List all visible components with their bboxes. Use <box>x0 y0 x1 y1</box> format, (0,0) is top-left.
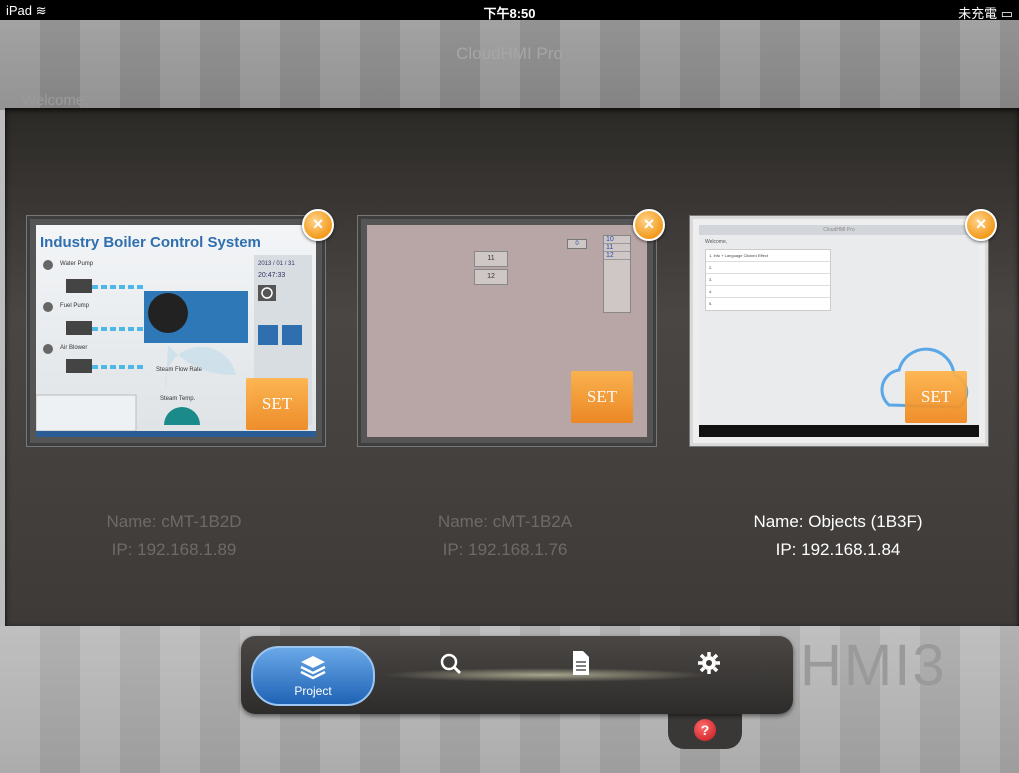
device-card-cmt-1b2a[interactable]: 11 12 0 10 11 12 SET × <box>358 209 665 446</box>
tab-search[interactable] <box>391 646 511 702</box>
preview-label: Water Pump <box>60 261 94 267</box>
app-title: CloudHMI Pro <box>456 44 563 63</box>
device-name: Name: cMT-1B2D <box>106 512 242 531</box>
tab-documents[interactable] <box>521 646 641 702</box>
tab-project-label: Project <box>294 684 332 698</box>
gear-icon <box>698 652 720 674</box>
device-name: Name: cMT-1B2A <box>437 512 573 531</box>
main-tabbar: Project <box>241 636 793 714</box>
status-bar: iPad ≋ 下午8:50 未充電 ▭ <box>0 0 1019 21</box>
battery-icon: ▭ <box>1000 6 1013 21</box>
search-icon <box>440 653 462 675</box>
preview-label: Steam Flow Rate <box>156 367 203 373</box>
preview-list-item: 12 <box>604 252 630 260</box>
preview-title: Industry Boiler Control System <box>40 234 261 251</box>
device-info-cmt-1b2d: Name: cMT-1B2D IP: 192.168.1.89 <box>24 508 324 564</box>
preview-list-item: 3. <box>706 274 830 286</box>
tab-project[interactable]: Project <box>251 646 375 706</box>
app-background-top <box>0 20 1019 110</box>
set-button[interactable]: SET <box>571 371 633 423</box>
preview-list-item: 1. Info + Language Clicked Effect <box>706 250 830 262</box>
device-info-objects-1b3f: Name: Objects (1B3F) IP: 192.168.1.84 <box>688 508 988 564</box>
remove-device-icon[interactable]: × <box>633 209 665 241</box>
device-card-objects-1b3f[interactable]: CloudHMI Pro Welcome, 1. Info + Language… <box>690 209 997 446</box>
device-card-cmt-1b2d[interactable]: Industry Boiler Control System 2013 / 01… <box>27 209 334 446</box>
device-ip: IP: 192.168.1.89 <box>111 540 237 559</box>
hmi-watermark: HMI3 <box>800 633 947 698</box>
device-ip: IP: 192.168.1.76 <box>442 540 568 559</box>
preview-label: Air Blower <box>60 345 87 351</box>
welcome-text: Welcome, <box>22 92 89 109</box>
preview-list-item: 11 <box>604 244 630 252</box>
preview-header: CloudHMI Pro <box>699 225 979 235</box>
preview-list: 1. Info + Language Clicked Effect 2. 3. … <box>705 249 831 311</box>
preview-field: 12 <box>474 269 508 285</box>
preview-field: 11 <box>474 251 508 267</box>
preview-list-item: 2. <box>706 262 830 274</box>
remove-device-icon[interactable]: × <box>965 209 997 241</box>
preview-label: Fuel Pump <box>60 303 90 309</box>
remove-device-icon[interactable]: × <box>302 209 334 241</box>
set-button[interactable]: SET <box>246 378 308 430</box>
preview-welcome: Welcome, <box>705 239 728 245</box>
preview-field: 0 <box>567 239 587 249</box>
device-info-cmt-1b2a: Name: cMT-1B2A IP: 192.168.1.76 <box>355 508 655 564</box>
set-button[interactable]: SET <box>905 371 967 423</box>
help-tab[interactable]: ? <box>668 713 742 749</box>
help-icon[interactable]: ? <box>694 719 716 741</box>
device-name: Name: Objects (1B3F) <box>753 512 923 531</box>
preview-clock: 20:47:33 <box>258 272 285 279</box>
preview-list-item: 5. <box>709 301 713 306</box>
device-ip: IP: 192.168.1.84 <box>775 540 901 559</box>
document-icon <box>573 651 589 675</box>
preview-date: 2013 / 01 / 31 <box>258 261 295 267</box>
preview-list-item: 4. <box>706 286 830 298</box>
stack-icon <box>300 656 326 680</box>
preview-label: Steam Temp. <box>160 396 196 402</box>
preview-list: 10 11 12 <box>603 235 631 313</box>
device-preview[interactable]: CloudHMI Pro Welcome, 1. Info + Language… <box>699 225 979 437</box>
device-preview[interactable]: 11 12 0 10 11 12 SET <box>367 225 647 437</box>
preview-list-item: 10 <box>604 236 630 244</box>
preview-tabbar <box>699 425 979 437</box>
tab-settings[interactable] <box>649 646 769 702</box>
device-preview[interactable]: Industry Boiler Control System 2013 / 01… <box>36 225 316 437</box>
